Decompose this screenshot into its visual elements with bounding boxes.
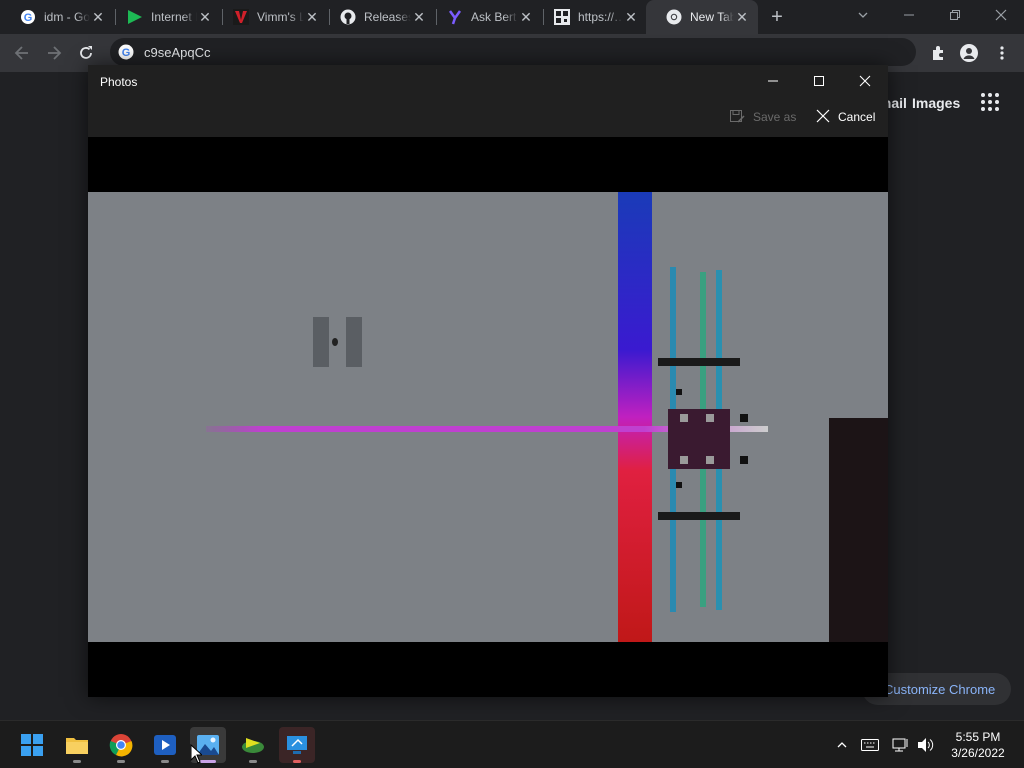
- close-tab-icon[interactable]: ✕: [304, 9, 320, 25]
- tab-title: New Tab: [690, 10, 734, 24]
- forward-icon[interactable]: [43, 42, 65, 64]
- photo-artwork: [206, 192, 888, 642]
- save-as-icon: [729, 108, 745, 127]
- cancel-button[interactable]: Cancel: [816, 107, 875, 127]
- clock-time: 5:55 PM: [955, 730, 1001, 744]
- folder-icon: [66, 738, 88, 754]
- photos-minimize-icon[interactable]: [750, 65, 796, 97]
- tab-new-tab[interactable]: New Tab ✕: [646, 0, 758, 34]
- google-icon: G: [20, 9, 36, 25]
- close-tab-icon[interactable]: ✕: [734, 9, 750, 25]
- tab-title: https://…: [578, 10, 623, 24]
- show-hidden-icons-icon[interactable]: [832, 735, 852, 755]
- running-indicator: [161, 760, 169, 763]
- save-as-button[interactable]: Save as: [729, 107, 796, 127]
- taskbar: 5:55 PM 3/26/2022: [0, 720, 1024, 768]
- idm-icon: [242, 738, 264, 753]
- idm-arrow-icon: [127, 9, 143, 25]
- running-indicator: [117, 760, 125, 763]
- idm-taskbar-button[interactable]: [235, 727, 271, 763]
- tab-title: Internet Download: [151, 10, 197, 24]
- tab-idm-google[interactable]: G idm - Google ✕: [0, 0, 114, 34]
- running-indicator: [249, 760, 257, 763]
- running-indicator: [293, 760, 301, 763]
- chrome-icon: [666, 9, 682, 25]
- running-indicator: [200, 760, 216, 763]
- apps-grid-icon[interactable]: [980, 92, 1000, 112]
- file-explorer-button[interactable]: [59, 727, 95, 763]
- image-canvas: [88, 137, 888, 697]
- close-tab-icon[interactable]: ✕: [623, 9, 639, 25]
- photos-maximize-icon[interactable]: [796, 65, 842, 97]
- photos-close-icon[interactable]: [842, 65, 888, 97]
- keyboard-icon[interactable]: [860, 735, 880, 755]
- tab-https[interactable]: https://… ✕: [534, 0, 647, 34]
- remote-desktop-button[interactable]: [279, 727, 315, 763]
- vimm-icon: [233, 9, 249, 25]
- qr-icon: [554, 9, 570, 25]
- mouse-cursor-icon: [190, 744, 202, 764]
- tab-releases[interactable]: Releases ✕: [320, 0, 435, 34]
- tab-title: Releases: [364, 10, 411, 24]
- tab-title: Ask Bert: [471, 10, 517, 24]
- github-icon: [340, 9, 356, 25]
- svg-text:G: G: [24, 12, 33, 24]
- volume-icon[interactable]: [916, 735, 936, 755]
- customize-label: Customize Chrome: [884, 681, 996, 697]
- restore-icon[interactable]: [932, 0, 978, 30]
- close-window-icon[interactable]: [978, 0, 1024, 30]
- network-icon[interactable]: [891, 735, 911, 755]
- svg-text:G: G: [122, 47, 131, 59]
- close-tab-icon[interactable]: ✕: [197, 9, 213, 25]
- address-bar[interactable]: G c9seApqCc: [110, 38, 916, 66]
- tab-title: idm - Google: [44, 10, 90, 24]
- chrome-icon: [109, 734, 133, 757]
- chrome-taskbar-button[interactable]: [103, 727, 139, 763]
- tab-search-icon[interactable]: [840, 0, 886, 30]
- cancel-icon: [816, 109, 830, 126]
- images-link[interactable]: Images: [912, 95, 960, 111]
- media-player-button[interactable]: [147, 727, 183, 763]
- photos-title: Photos: [100, 75, 138, 89]
- extensions-icon[interactable]: [927, 42, 949, 64]
- close-tab-icon[interactable]: ✕: [411, 9, 427, 25]
- system-clock[interactable]: 5:55 PM 3/26/2022: [946, 729, 1010, 761]
- new-tab-icon[interactable]: +: [766, 6, 788, 28]
- minimize-icon[interactable]: [886, 0, 932, 30]
- media-player-icon: [154, 735, 176, 755]
- close-tab-icon[interactable]: ✕: [90, 9, 106, 25]
- clock-date: 3/26/2022: [951, 746, 1005, 760]
- address-text: c9seApqCc: [144, 44, 211, 60]
- tab-title: Vimm's Lair: [257, 10, 304, 24]
- reload-icon[interactable]: [75, 42, 97, 64]
- profile-icon[interactable]: [958, 42, 980, 64]
- remote-desktop-icon: [287, 736, 307, 754]
- tab-ask-bert[interactable]: Ask Bert ✕: [427, 0, 542, 34]
- save-as-label: Save as: [753, 110, 797, 124]
- close-tab-icon[interactable]: ✕: [518, 9, 534, 25]
- back-icon[interactable]: [11, 42, 33, 64]
- yahoo-icon: [447, 9, 463, 25]
- photos-window: Photos Save as Cancel: [88, 65, 888, 697]
- running-indicator: [73, 760, 81, 763]
- tab-internet-download[interactable]: Internet Download ✕: [107, 0, 221, 34]
- edited-photo: [88, 192, 888, 642]
- menu-icon[interactable]: [991, 42, 1013, 64]
- tab-vimms-lair[interactable]: Vimm's Lair ✕: [213, 0, 328, 34]
- google-icon: G: [118, 44, 134, 60]
- cancel-label: Cancel: [838, 110, 876, 124]
- windows-icon: [21, 734, 43, 756]
- tab-strip: G idm - Google ✕ Internet Download ✕ Vim…: [0, 0, 1024, 34]
- start-button[interactable]: [14, 727, 50, 763]
